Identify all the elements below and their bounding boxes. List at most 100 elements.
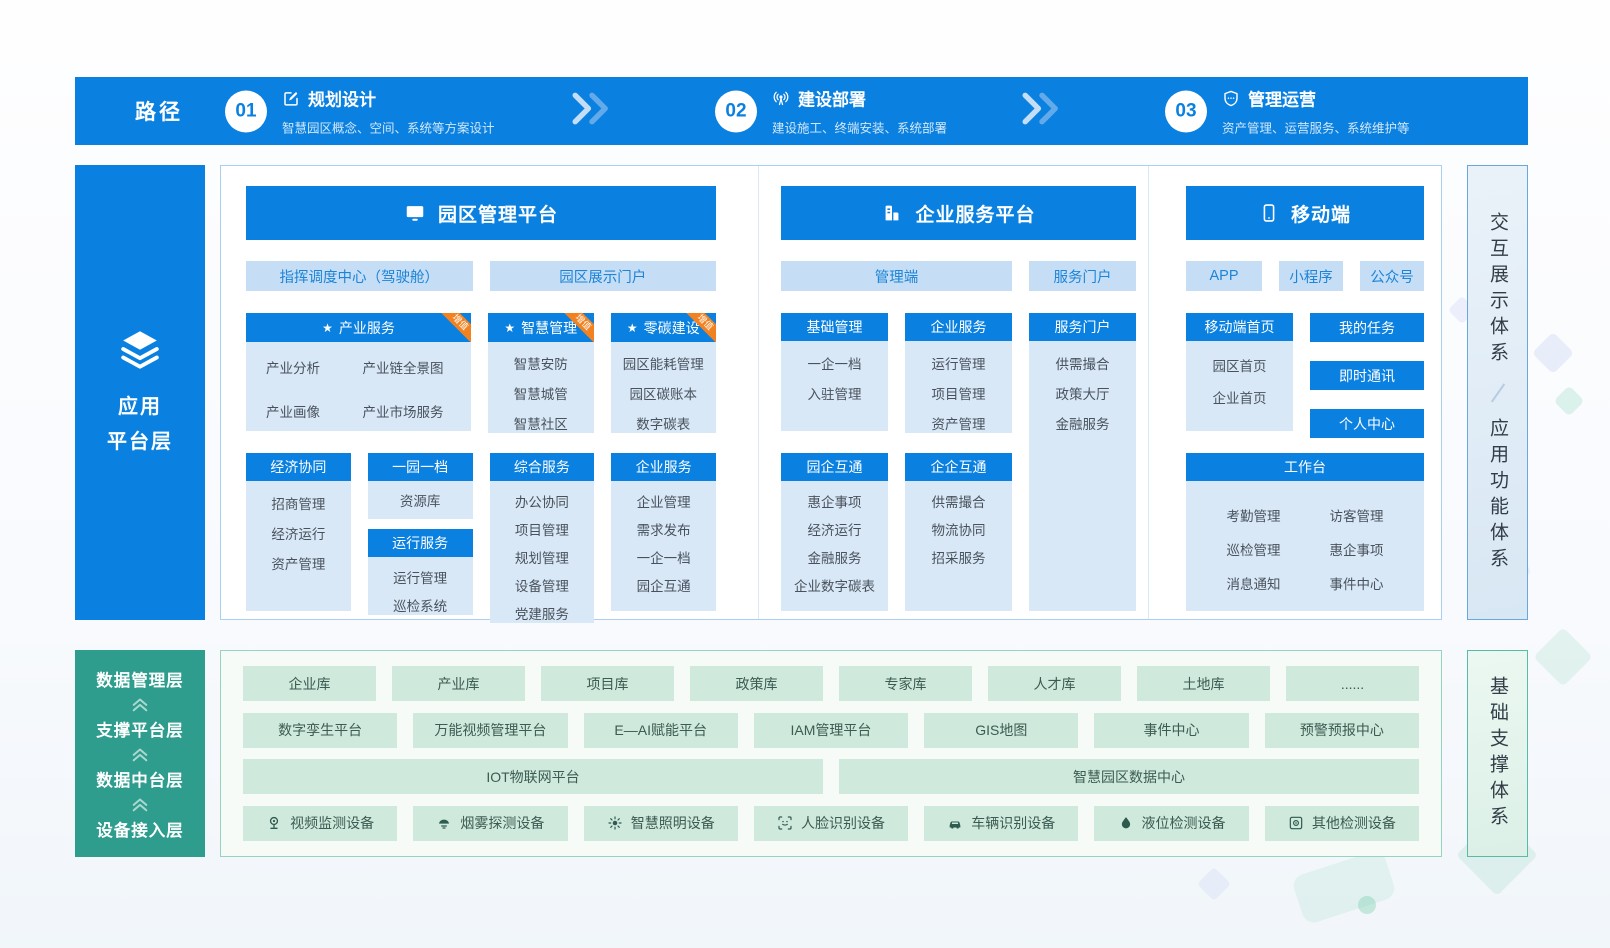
device-icon [1288,815,1304,831]
card-items: 智慧安防 智慧城管 智慧社区 [488,342,594,433]
step-03-desc: 资产管理、运营服务、系统维护等 [1222,118,1410,137]
decor-cube [1532,332,1574,374]
card-title: 零碳建设 [644,318,700,338]
column-header: 服务门户 [1029,313,1136,341]
column-item: 运行管理 [932,353,986,373]
foundation-panel: 企业库 产业库 项目库 政策库 专家库 人才库 土地库 ...... 数字孪生平… [220,650,1442,857]
column-item: 党建服务 [515,603,569,623]
device-row: 视频监测设备 烟雾探测设备 智慧照明设备 人脸识别设备 [243,806,1419,841]
column-item: 需求发布 [637,519,691,539]
app-rail-label-line2: 平台层 [107,425,173,460]
card-title: 智慧管理 [521,318,577,338]
column-header: 综合服务 [490,453,595,481]
platform-box: 事件中心 [1094,713,1248,748]
slash-divider [1490,383,1504,402]
card-item: 产业市场服务 [363,401,452,431]
column-item: 办公协同 [515,491,569,511]
enterprise-platform-title: 企业服务平台 [915,200,1035,227]
liquid-icon [1118,815,1134,831]
step-01-title: 规划设计 [308,86,376,111]
device-label: 烟雾探测设备 [460,813,544,833]
device-label: 智慧照明设备 [631,813,715,833]
enterprise-enterprise-link-column: 企企互通 供需撮合 物流协同 招采服务 [905,453,1012,611]
column-header: 基础管理 [781,313,888,341]
card-item: 数字碳表 [636,413,690,433]
step-02-title: 建设部署 [798,86,866,111]
platform-box: E—AI赋能平台 [584,713,738,748]
one-park-one-file-card: 一园一档 资源库 [368,453,473,519]
app-rail-label-line1: 应用 [107,390,173,425]
column-items: 运行管理 项目管理 资产管理 [905,341,1012,433]
db-box: 人才库 [988,666,1121,701]
double-chevron-right-icon [570,91,614,132]
device-label: 液位检测设备 [1142,813,1226,833]
support-platform-layer-label: 支撑平台层 [96,717,184,741]
enterprise-subheaders: 管理端 服务门户 [781,261,1136,291]
park-platform-header: 园区管理平台 [246,186,716,240]
db-box-more: ...... [1286,666,1419,701]
step-02-number: 02 [715,90,757,132]
column-items: 一企一档 入驻管理 [781,341,888,431]
column-items: 办公协同 项目管理 规划管理 设备管理 党建服务 [490,481,595,623]
decor-cube [1553,385,1584,416]
column-item: 供需撮合 [1056,353,1110,373]
mobile-platform-title: 移动端 [1291,200,1351,227]
column-item: 巡检系统 [393,595,447,615]
card-item: 产业链全景图 [363,357,452,387]
card-item: 智慧城管 [514,383,568,403]
enterprise-row1: 基础管理 一企一档 入驻管理 企业服务 运行管理 项目管理 资产管理 [781,313,1012,431]
park-subheaders: 指挥调度中心（驾驶舱） 园区展示门户 [246,261,716,291]
workbench-item: 消息通知 [1227,573,1281,593]
step-02: 02 建设部署 建设施工、终端安装、系统部署 [715,86,947,137]
smart-management-card: ★ 智慧管理 增值 智慧安防 智慧城管 智慧社区 [488,313,594,431]
platform-box: 数字孪生平台 [243,713,397,748]
section-divider [1148,166,1149,619]
shield-icon [1222,89,1240,107]
column-items: 园区首页 企业首页 [1186,341,1293,431]
path-bar-label: 路径 [135,96,183,126]
column-item: 企业首页 [1213,387,1267,407]
app-chip: APP [1186,261,1262,291]
card-item: 产业画像 [266,401,355,431]
column-item: 供需撮合 [932,491,986,511]
double-chevron-up-icon [129,745,151,763]
step-01-info: 规划设计 智慧园区概念、空间、系统等方案设计 [282,86,495,137]
column-header: 移动端首页 [1186,313,1293,341]
device-box: 视频监测设备 [243,806,397,841]
column-item: 惠企事项 [808,491,862,511]
phone-icon [1259,203,1279,223]
park-enterprise-link-column: 园企互通 惠企事项 经济运行 金融服务 企业数字碳表 [781,453,888,611]
mobile-buttons: 我的任务 即时通讯 个人中心 [1310,313,1424,438]
application-function-system-label: 应用功能体系 [1484,418,1511,574]
device-label: 视频监测设备 [290,813,374,833]
column-item: 入驻管理 [808,383,862,403]
workbench-item: 访客管理 [1330,505,1384,525]
step-03-info: 管理运营 资产管理、运营服务、系统维护等 [1222,86,1410,137]
column-items: 惠企事项 经济运行 金融服务 企业数字碳表 [781,481,888,611]
column-items: 招商管理 经济运行 资产管理 [246,481,351,611]
column-item: 资产管理 [271,553,325,573]
column-header: 运行服务 [368,529,473,557]
device-label: 人脸识别设备 [801,813,885,833]
column-item: 园企互通 [637,575,691,595]
step-01-number: 01 [225,90,267,132]
management-side-chip: 管理端 [781,261,1012,291]
column-item: 企业管理 [637,491,691,511]
db-box: 政策库 [690,666,823,701]
personal-center-block: 个人中心 [1310,409,1424,438]
park-portal-chip: 园区展示门户 [490,261,717,291]
column-item: 运行管理 [393,567,447,587]
platform-row: 数字孪生平台 万能视频管理平台 E—AI赋能平台 IAM管理平台 GIS地图 事… [243,713,1419,748]
edit-icon [282,89,300,107]
device-box: 其他检测设备 [1265,806,1419,841]
column-item: 招采服务 [932,547,986,567]
mobile-chips: APP 小程序 公众号 [1186,261,1424,291]
mobile-home-column: 移动端首页 园区首页 企业首页 [1186,313,1293,431]
column-item: 资产管理 [932,413,986,433]
decor-dot [1358,896,1376,914]
star-icon: ★ [627,322,638,334]
step-01: 01 规划设计 智慧园区概念、空间、系统等方案设计 [225,86,495,137]
data-center-box: 智慧园区数据中心 [839,759,1419,794]
step-02-info: 建设部署 建设施工、终端安装、系统部署 [772,86,947,137]
double-chevron-up-icon [129,795,151,813]
